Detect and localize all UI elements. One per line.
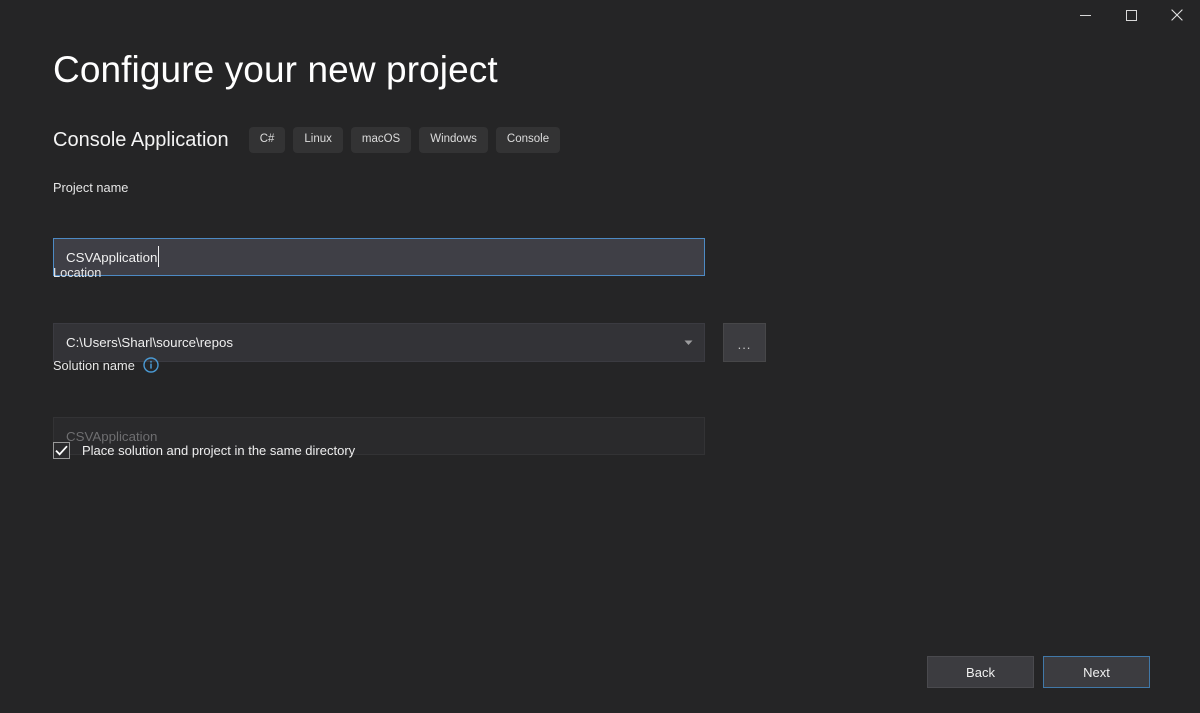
template-tag-linux: Linux [293, 127, 343, 154]
project-name-label: Project name [53, 180, 128, 195]
template-summary-row: Console Application C# Linux macOS Windo… [53, 126, 560, 154]
template-tag-macos: macOS [351, 127, 411, 154]
info-circle-icon [143, 357, 159, 373]
same-directory-checkbox[interactable] [53, 442, 70, 459]
chevron-down-icon [684, 340, 693, 346]
solution-name-label: Solution name [53, 357, 159, 373]
close-icon [1171, 9, 1183, 21]
next-button[interactable]: Next [1043, 656, 1150, 688]
minimize-icon [1080, 10, 1091, 21]
text-cursor [158, 246, 159, 267]
project-name-input[interactable] [53, 238, 705, 276]
location-dropdown-button[interactable] [676, 340, 700, 346]
location-label: Location [53, 265, 101, 280]
window-titlebar [0, 0, 1200, 30]
same-directory-checkbox-row[interactable]: Place solution and project in the same d… [53, 442, 355, 459]
solution-name-info-button[interactable] [143, 357, 159, 373]
dialog-content: Configure your new project Console Appli… [0, 30, 1200, 713]
location-browse-button[interactable]: ... [723, 323, 766, 362]
template-tag-console: Console [496, 127, 560, 154]
close-button[interactable] [1154, 0, 1200, 30]
dialog-footer: Back Next [0, 625, 1200, 713]
template-name: Console Application [53, 126, 229, 154]
minimize-button[interactable] [1062, 0, 1108, 30]
back-button[interactable]: Back [927, 656, 1034, 688]
template-tag-language: C# [249, 127, 286, 154]
page-title: Configure your new project [53, 47, 498, 93]
location-value: C:\Users\Sharl\source\repos [54, 335, 676, 350]
template-tag-windows: Windows [419, 127, 488, 154]
solution-name-label-text: Solution name [53, 358, 135, 373]
maximize-icon [1126, 10, 1137, 21]
template-tag-list: C# Linux macOS Windows Console [249, 127, 560, 154]
maximize-button[interactable] [1108, 0, 1154, 30]
same-directory-label: Place solution and project in the same d… [82, 443, 355, 458]
checkmark-icon [55, 445, 68, 456]
